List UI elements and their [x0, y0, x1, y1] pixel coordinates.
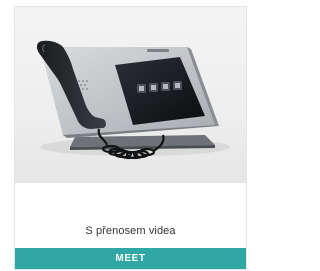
product-card[interactable]: S přenosem videa MEET — [14, 6, 247, 270]
meet-button[interactable]: MEET — [15, 248, 246, 269]
product-image[interactable] — [15, 7, 246, 183]
product-caption: S přenosem videa — [85, 225, 176, 237]
intercom-monitor-illustration — [36, 40, 230, 160]
brand-logo — [147, 49, 169, 52]
monitor-stand — [70, 135, 215, 147]
